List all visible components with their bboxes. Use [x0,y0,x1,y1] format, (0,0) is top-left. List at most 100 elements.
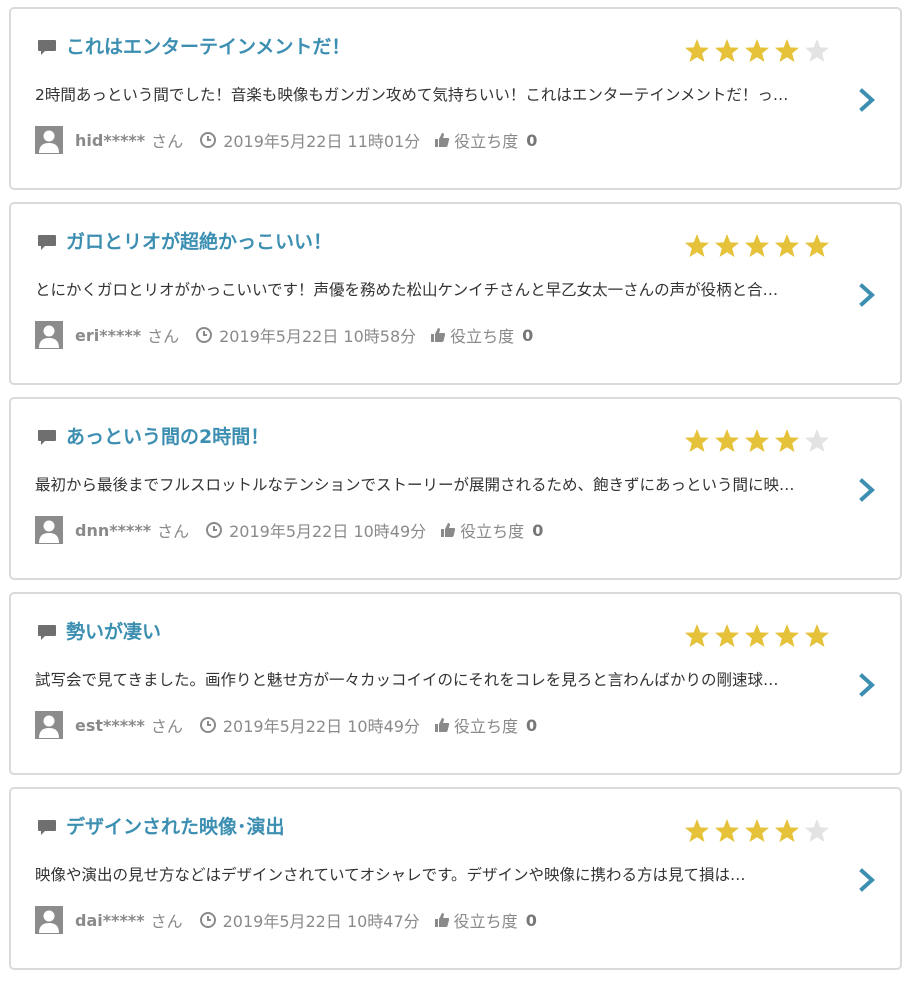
helpful-count: 0 [532,520,544,540]
thumbs-up-icon [441,523,456,537]
thumbs-up-icon [434,913,449,927]
helpful-count: 0 [522,325,534,345]
review-meta: dai***** さん 2019年5月22日 10時47分 役立ち度 0 [35,905,537,935]
chevron-right-icon[interactable] [857,282,877,308]
clock-icon [196,327,213,343]
star-filled-icon [683,622,711,650]
user-avatar-icon [35,906,63,934]
reviewer-username[interactable]: est***** [75,716,145,735]
reviewer-username[interactable]: hid***** [75,131,145,150]
star-filled-icon [683,427,711,455]
comment-icon [38,40,56,55]
review-date: 2019年5月22日 10時49分 [229,522,427,541]
chevron-right-icon[interactable] [857,87,877,113]
review-card[interactable]: これはエンターテインメントだ！ 2時間あっという間でした！音楽も映像もガンガン攻… [9,7,902,190]
user-avatar-icon [35,321,63,349]
star-rating [683,817,833,849]
reviewer-honorific: さん [157,522,190,541]
helpful-label: 役立ち度 [453,717,518,736]
star-empty-icon [803,37,831,65]
comment-icon [38,820,56,835]
user-avatar-icon [35,126,63,154]
star-filled-icon [683,37,711,65]
review-card[interactable]: あっという間の2時間！ 最初から最後までフルスロットルなテンションでストーリーが… [9,397,902,580]
star-empty-icon [803,817,831,845]
review-excerpt: 2時間あっという間でした！音楽も映像もガンガン攻めて気持ちいい！これはエンターテ… [35,86,789,104]
review-title[interactable]: これはエンターテインメントだ！ [66,33,350,61]
helpful-label: 役立ち度 [453,912,518,931]
review-excerpt: 試写会で見てきました。画作りと魅せ方が一々カッコイイのにそれをコレを見ろと言わん… [35,671,779,689]
star-rating [683,37,833,69]
user-avatar-icon [35,711,63,739]
comment-icon [38,430,56,445]
star-rating [683,427,833,459]
review-date: 2019年5月22日 10時47分 [222,912,420,931]
review-meta: est***** さん 2019年5月22日 10時49分 役立ち度 0 [35,710,537,740]
star-filled-icon [713,817,741,845]
star-filled-icon [743,37,771,65]
star-filled-icon [773,37,801,65]
review-excerpt: 最初から最後までフルスロットルなテンションでストーリーが展開されるため、飽きずに… [35,476,795,494]
star-filled-icon [773,427,801,455]
star-filled-icon [743,232,771,260]
helpful-count: 0 [526,130,538,150]
star-filled-icon [743,427,771,455]
reviewer-honorific: さん [151,132,184,151]
review-meta: dnn***** さん 2019年5月22日 10時49分 役立ち度 0 [35,515,543,545]
helpful-count: 0 [525,715,538,735]
review-title[interactable]: 勢いが凄い [66,618,161,646]
star-rating [683,622,833,654]
star-filled-icon [773,622,801,650]
star-filled-icon [713,232,741,260]
review-meta: eri***** さん 2019年5月22日 10時58分 役立ち度 0 [35,320,533,350]
helpful-label: 役立ち度 [460,522,525,541]
star-filled-icon [773,232,801,260]
star-filled-icon [743,622,771,650]
review-date: 2019年5月22日 10時58分 [219,327,417,346]
helpful-label: 役立ち度 [454,132,519,151]
reviewer-honorific: さん [150,912,183,931]
reviewer-honorific: さん [150,717,183,736]
star-filled-icon [713,427,741,455]
review-list: これはエンターテインメントだ！ 2時間あっという間でした！音楽も映像もガンガン攻… [0,0,922,982]
review-card[interactable]: デザインされた映像･演出 映像や演出の見せ方などはデザインされていてオシャレです… [9,787,902,970]
clock-icon [199,717,216,733]
review-title[interactable]: あっという間の2時間！ [66,423,269,451]
review-date: 2019年5月22日 10時49分 [222,717,420,736]
user-avatar-icon [35,516,63,544]
clock-icon [206,522,223,538]
review-card[interactable]: ガロとリオが超絶かっこいい！ とにかくガロとリオがかっこいいです！声優を務めた松… [9,202,902,385]
review-meta: hid***** さん 2019年5月22日 11時01分 役立ち度 0 [35,125,537,155]
review-title[interactable]: ガロとリオが超絶かっこいい！ [66,228,332,256]
star-filled-icon [713,622,741,650]
star-filled-icon [713,37,741,65]
comment-icon [38,625,56,640]
review-card[interactable]: 勢いが凄い 試写会で見てきました。画作りと魅せ方が一々カッコイイのにそれをコレを… [9,592,902,775]
star-filled-icon [683,817,711,845]
review-title[interactable]: デザインされた映像･演出 [66,813,285,841]
comment-icon [38,235,56,250]
chevron-right-icon[interactable] [857,477,877,503]
helpful-label: 役立ち度 [450,327,515,346]
review-excerpt: とにかくガロとリオがかっこいいです！声優を務めた松山ケンイチさんと早乙女太一さん… [35,281,779,299]
helpful-count: 0 [525,910,537,930]
reviewer-username[interactable]: eri***** [75,326,141,345]
star-filled-icon [773,817,801,845]
review-date: 2019年5月22日 11時01分 [223,132,421,151]
star-filled-icon [803,232,831,260]
star-empty-icon [803,427,831,455]
reviewer-honorific: さん [147,327,180,346]
reviewer-username[interactable]: dnn***** [75,521,151,540]
review-excerpt: 映像や演出の見せ方などはデザインされていてオシャレです。デザインや映像に携わる方… [35,866,746,884]
thumbs-up-icon [435,133,450,147]
reviewer-username[interactable]: dai***** [75,911,145,930]
star-filled-icon [683,232,711,260]
star-rating [683,232,833,264]
chevron-right-icon[interactable] [857,672,877,698]
star-filled-icon [743,817,771,845]
star-filled-icon [803,622,831,650]
clock-icon [199,912,216,928]
thumbs-up-icon [434,718,450,732]
thumbs-up-icon [431,328,446,342]
chevron-right-icon[interactable] [857,867,877,893]
